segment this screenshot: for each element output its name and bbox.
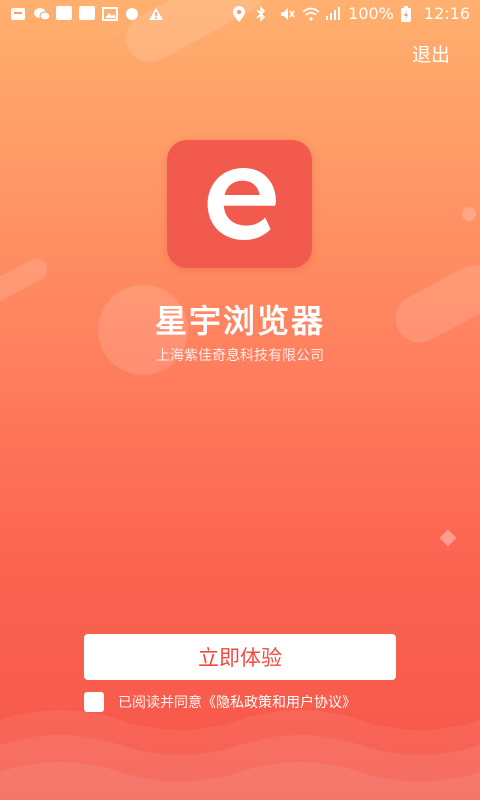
app-logo [167, 140, 312, 268]
background-decoration [439, 529, 457, 547]
image-icon [102, 6, 118, 21]
privacy-policy-link[interactable]: 《隐私政策和用户协议》 [202, 692, 356, 712]
app-name: 星宇浏览器 [154, 302, 325, 340]
mute-icon [279, 6, 295, 20]
exit-button[interactable]: 退出 [412, 40, 450, 67]
wave-decoration [0, 710, 480, 800]
square-icon [56, 6, 72, 20]
status-left-icons [10, 6, 164, 21]
notification-icon [10, 6, 26, 20]
battery-percent: 100% [348, 3, 394, 23]
agreement-checkbox[interactable] [84, 692, 104, 712]
wifi-icon [302, 6, 320, 21]
battery-icon [400, 6, 417, 22]
location-icon [233, 6, 249, 22]
status-time: 12:16 [423, 3, 470, 23]
wechat-icon [33, 6, 51, 21]
status-bar: 100% 12:16 [0, 0, 480, 26]
agreement-text: 已阅读并同意 [118, 695, 202, 711]
start-experience-button[interactable]: 立即体验 [84, 634, 396, 680]
bluetooth-icon [256, 6, 272, 22]
square-icon [79, 6, 95, 20]
signal-icon [325, 6, 341, 20]
circle-icon [125, 6, 141, 20]
background-decoration [462, 207, 476, 221]
warning-icon [148, 6, 164, 20]
agreement-row: 已阅读并同意 《隐私政策和用户协议》 [84, 692, 356, 712]
browser-e-icon [207, 168, 276, 240]
status-right-icons: 100% 12:16 [233, 4, 470, 23]
company-name: 上海紫佳奇息科技有限公司 [156, 348, 324, 364]
